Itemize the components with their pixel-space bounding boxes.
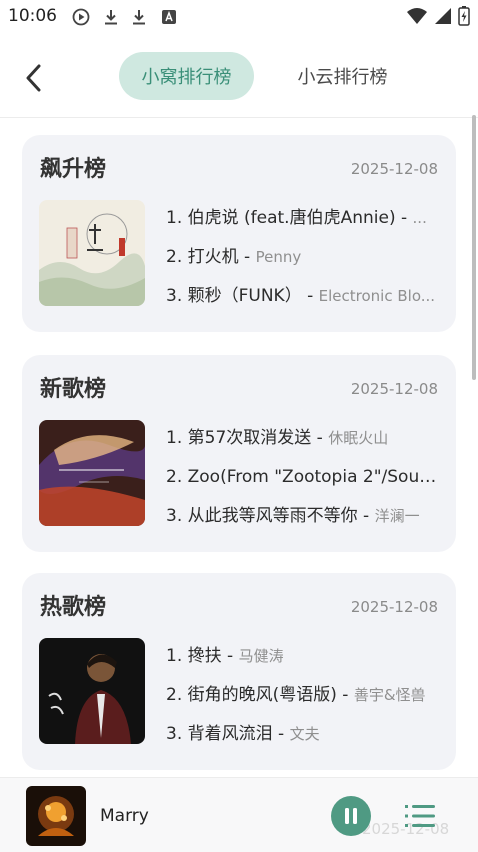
cover-art-image — [39, 638, 145, 744]
song-item[interactable]: 1. 伯虎说 (feat.唐伯虎Annie) - ... — [166, 199, 442, 238]
status-time: 10:06 — [8, 6, 57, 26]
cover-art — [39, 200, 145, 306]
top-bar: 小窝排行榜 小云排行榜 — [0, 52, 478, 104]
scrollbar[interactable] — [472, 115, 476, 380]
playlist-button[interactable] — [403, 802, 437, 830]
chart-card-new-songs[interactable]: 新歌榜 2025-12-08 1. 第57次取消发送 - 休眠火山 2. Zoo… — [22, 355, 456, 552]
pause-icon — [345, 808, 357, 824]
battery-charging-icon — [458, 6, 470, 26]
header-divider — [0, 117, 478, 118]
card-date: 2025-12-08 — [350, 380, 438, 398]
song-list: 1. 伯虎说 (feat.唐伯虎Annie) - ... 2. 打火机 - Pe… — [166, 199, 442, 316]
cover-art-image — [26, 786, 86, 846]
card-title: 飙升榜 — [40, 157, 107, 182]
cover-art — [39, 420, 145, 526]
song-item[interactable]: 2. 街角的晚风(粤语版) - 善宇&怪兽 — [166, 676, 442, 715]
mini-player: 榜 2025-12-08 Marry — [0, 777, 478, 852]
text-a-icon — [162, 10, 176, 24]
cover-art-image — [39, 200, 145, 306]
chart-card-rising[interactable]: 飙升榜 2025-12-08 1. 伯虎说 (feat.唐伯虎Annie) - … — [22, 135, 456, 332]
playlist-icon — [405, 805, 435, 827]
song-list: 1. 第57次取消发送 - 休眠火山 2. Zoo(From "Zootopia… — [166, 419, 442, 536]
song-item[interactable]: 3. 从此我等风等雨不等你 - 洋澜一 — [166, 497, 442, 536]
signal-icon — [435, 8, 451, 24]
cover-art — [39, 638, 145, 744]
player-song-title: Marry — [100, 806, 149, 826]
song-item[interactable]: 3. 颗秒（FUNK） - Electronic Blo... — [166, 277, 442, 316]
play-circle-icon — [72, 8, 90, 26]
card-date: 2025-12-08 — [350, 160, 438, 178]
song-item[interactable]: 2. Zoo(From "Zootopia 2"/Soun... — [166, 458, 442, 497]
player-cover-art[interactable] — [26, 786, 86, 846]
back-button[interactable] — [20, 62, 46, 94]
tab-xiaowo-chart[interactable]: 小窝排行榜 — [119, 52, 254, 100]
card-title: 热歌榜 — [40, 595, 107, 620]
download-icon — [133, 10, 145, 25]
song-item[interactable]: 1. 第57次取消发送 - 休眠火山 — [166, 419, 442, 458]
song-list: 1. 搀扶 - 马健涛 2. 街角的晚风(粤语版) - 善宇&怪兽 3. 背着风… — [166, 637, 442, 754]
song-item[interactable]: 2. 打火机 - Penny — [166, 238, 442, 277]
card-title: 新歌榜 — [40, 377, 107, 402]
tab-xiaoyun-chart[interactable]: 小云排行榜 — [280, 52, 405, 100]
chart-card-hot-songs[interactable]: 热歌榜 2025-12-08 1. 搀扶 - 马健涛 2. 街角的晚风(粤语版)… — [22, 573, 456, 770]
cover-art-image — [39, 420, 145, 526]
back-arrow-icon — [26, 64, 41, 92]
card-date: 2025-12-08 — [350, 598, 438, 616]
wifi-icon — [407, 8, 427, 24]
status-bar: 10:06 — [0, 0, 478, 34]
song-item[interactable]: 3. 背着风流泪 - 文夫 — [166, 715, 442, 754]
song-item[interactable]: 1. 搀扶 - 马健涛 — [166, 637, 442, 676]
download-icon — [105, 10, 117, 25]
pause-button[interactable] — [331, 796, 371, 836]
